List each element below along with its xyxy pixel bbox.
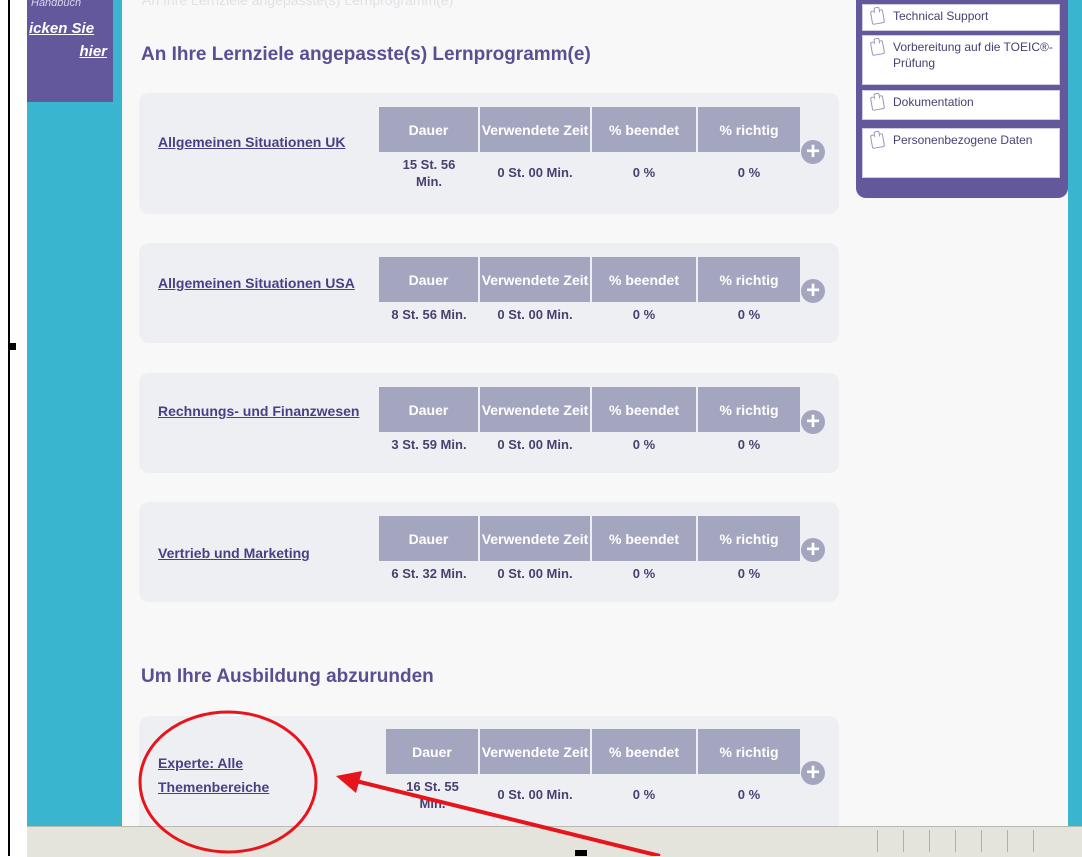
status-divider: [1007, 830, 1008, 852]
expand-plus-icon[interactable]: +: [801, 761, 825, 785]
col-header-used-time: Verwendete Zeit: [479, 387, 592, 432]
cell-duration: 6 St. 32 Min.: [391, 566, 467, 581]
sidebar-item-personal-data[interactable]: Personenbezogene Daten: [862, 128, 1060, 178]
status-divider: [903, 830, 904, 852]
document-icon: [869, 8, 886, 26]
cell-used-time: 0 St. 00 Min.: [497, 307, 573, 322]
sidebar-item-label: Personenbezogene Daten: [893, 133, 1033, 147]
program-card: Vertrieb und Marketing Dauer Verwendete …: [139, 502, 839, 602]
program-stats-table: Dauer Verwendete Zeit % beendet % richti…: [379, 387, 802, 453]
cell-correct: 0 %: [737, 307, 761, 322]
handbook-link-here[interactable]: hier: [79, 43, 107, 60]
status-divider: [877, 830, 878, 852]
right-sidebar: Technical Support Vorbereitung auf die T…: [856, 0, 1068, 198]
frame-tick: [575, 850, 587, 856]
sidebar-item-label: Vorbereitung auf die TOEIC®-Prüfung: [893, 40, 1053, 70]
cell-duration: 15 St. 56 Min.: [402, 157, 456, 189]
expand-plus-icon[interactable]: +: [801, 538, 825, 562]
status-bar: [27, 826, 1082, 857]
col-header-used-time: Verwendete Zeit: [479, 516, 592, 561]
col-header-correct: % richtig: [697, 257, 802, 302]
col-header-completed: % beendet: [591, 516, 698, 561]
status-divider: [955, 830, 956, 852]
handbook-box: Handbuch icken Sie hier: [27, 0, 113, 102]
program-link[interactable]: Allgemeinen Situationen USA: [158, 271, 373, 295]
expand-plus-icon[interactable]: +: [801, 140, 825, 164]
col-header-completed: % beendet: [591, 107, 698, 152]
col-header-correct: % richtig: [697, 107, 802, 152]
cell-duration: 8 St. 56 Min.: [391, 307, 467, 322]
col-header-completed: % beendet: [591, 387, 698, 432]
cell-completed: 0 %: [632, 437, 656, 452]
cell-used-time: 0 St. 00 Min.: [497, 566, 573, 581]
left-teal-band: [27, 0, 122, 826]
program-stats-table: Dauer Verwendete Zeit % beendet % richti…: [379, 257, 802, 323]
program-stats-table: Dauer Verwendete Zeit % beendet % richti…: [379, 516, 802, 582]
col-header-completed: % beendet: [591, 257, 698, 302]
program-link[interactable]: Vertrieb und Marketing: [158, 541, 373, 565]
document-icon: [869, 94, 886, 112]
handbook-link[interactable]: icken Sie: [29, 20, 94, 37]
document-icon: [869, 132, 886, 150]
status-divider: [981, 830, 982, 852]
right-teal-band: [1068, 0, 1082, 826]
frame-tick: [8, 343, 16, 350]
program-stats-table: Dauer Verwendete Zeit % beendet % richti…: [386, 729, 802, 812]
faded-header-text: An Ihre Lernziele angepasste(s) Lernprog…: [142, 0, 454, 8]
cell-completed: 0 %: [632, 566, 656, 581]
cell-correct: 0 %: [737, 437, 761, 452]
col-header-correct: % richtig: [697, 729, 802, 774]
col-header-duration: Dauer: [379, 107, 480, 152]
cell-completed: 0 %: [632, 307, 656, 322]
status-divider: [1033, 830, 1034, 852]
cell-correct: 0 %: [737, 787, 761, 802]
program-card: Experte: Alle Themenbereiche Dauer Verwe…: [139, 716, 839, 826]
section-title-complete: Um Ihre Ausbildung abzurunden: [141, 666, 434, 687]
col-header-duration: Dauer: [379, 387, 480, 432]
cell-used-time: 0 St. 00 Min.: [497, 787, 573, 802]
col-header-duration: Dauer: [379, 257, 480, 302]
program-stats-table: Dauer Verwendete Zeit % beendet % richti…: [379, 107, 802, 190]
cell-correct: 0 %: [737, 165, 761, 180]
sidebar-item-label: Technical Support: [893, 9, 989, 23]
program-link[interactable]: Rechnungs- und Finanzwesen: [158, 399, 373, 423]
cell-completed: 0 %: [632, 165, 656, 180]
cell-correct: 0 %: [737, 566, 761, 581]
document-icon: [869, 39, 886, 57]
cell-duration: 16 St. 55 Min.: [406, 779, 459, 811]
program-link[interactable]: Allgemeinen Situationen UK: [158, 130, 373, 154]
handbook-label: Handbuch: [31, 0, 82, 9]
sidebar-item-toeic[interactable]: Vorbereitung auf die TOEIC®-Prüfung: [862, 35, 1060, 85]
expand-plus-icon[interactable]: +: [801, 410, 825, 434]
status-divider: [929, 830, 930, 852]
col-header-used-time: Verwendete Zeit: [479, 107, 592, 152]
sidebar-item-technical-support[interactable]: Technical Support: [862, 4, 1060, 31]
col-header-duration: Dauer: [386, 729, 480, 774]
col-header-correct: % richtig: [697, 516, 802, 561]
col-header-used-time: Verwendete Zeit: [479, 729, 592, 774]
cell-duration: 3 St. 59 Min.: [391, 437, 467, 452]
col-header-completed: % beendet: [591, 729, 698, 774]
cell-completed: 0 %: [632, 787, 656, 802]
sidebar-item-label: Dokumentation: [893, 95, 974, 109]
sidebar-item-documentation[interactable]: Dokumentation: [862, 90, 1060, 120]
cell-used-time: 0 St. 00 Min.: [497, 437, 573, 452]
program-card: Allgemeinen Situationen USA Dauer Verwen…: [139, 243, 839, 343]
col-header-duration: Dauer: [379, 516, 480, 561]
frame-line: [8, 0, 10, 856]
program-link[interactable]: Experte: Alle Themenbereiche: [158, 751, 308, 799]
col-header-correct: % richtig: [697, 387, 802, 432]
section-title-adapted: An Ihre Lernziele angepasste(s) Lernprog…: [141, 44, 591, 65]
cell-used-time: 0 St. 00 Min.: [497, 165, 573, 180]
expand-plus-icon[interactable]: +: [801, 279, 825, 303]
program-card: Allgemeinen Situationen UK Dauer Verwend…: [139, 93, 839, 214]
program-card: Rechnungs- und Finanzwesen Dauer Verwend…: [139, 373, 839, 473]
col-header-used-time: Verwendete Zeit: [479, 257, 592, 302]
